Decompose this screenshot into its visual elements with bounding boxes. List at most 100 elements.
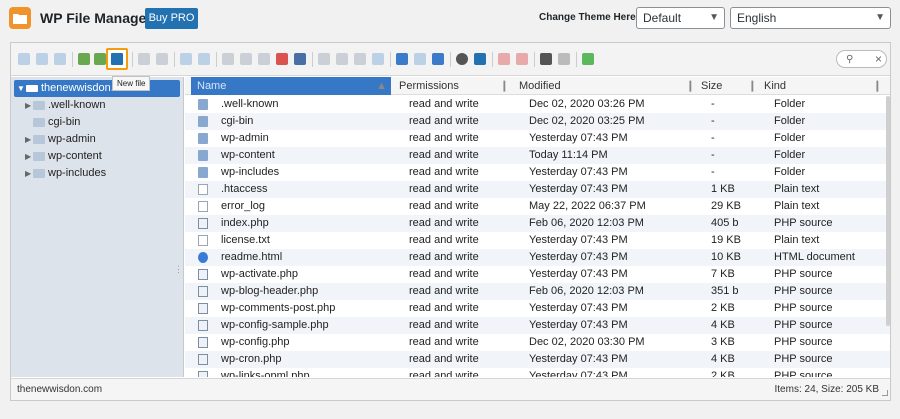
chevron-down-icon[interactable]: ▼ (17, 80, 25, 97)
search-input[interactable]: ⚲ × (836, 50, 887, 68)
tree-root[interactable]: ▼ thenewwisdon.com (14, 80, 180, 97)
cell-size: 4 KB (711, 319, 735, 331)
table-row[interactable]: wp-content read and write Today 11:14 PM - F… (185, 147, 890, 164)
theme-select[interactable]: Default ▼ (636, 7, 725, 29)
cell-perm: read and write (409, 285, 479, 297)
tree-item[interactable]: ▶ wp-includes (11, 165, 184, 182)
cell-perm: read and write (409, 234, 479, 246)
table-row[interactable]: index.php read and write Feb 06, 2020 12:0… (185, 215, 890, 232)
duplicate-icon[interactable] (316, 51, 332, 67)
table-row[interactable]: wp-comments-post.php read and write Yester… (185, 300, 890, 317)
table-row[interactable]: cgi-bin read and write Dec 02, 2020 03:25 … (185, 113, 890, 130)
preview-icon[interactable] (454, 51, 470, 67)
cell-size: 19 KB (711, 234, 741, 246)
tree-item[interactable]: ▶ wp-content (11, 148, 184, 165)
edit-icon[interactable] (352, 51, 368, 67)
chevron-right-icon[interactable]: ▶ (25, 165, 31, 182)
cell-name: cgi-bin (221, 115, 254, 127)
column-divider[interactable]: ❙ (748, 77, 757, 95)
invert-icon[interactable] (514, 51, 530, 67)
column-divider[interactable]: ❙ (686, 77, 695, 95)
table-row[interactable]: wp-includes read and write Yesterday 07:43… (185, 164, 890, 181)
tree-item[interactable]: ▶ .well-known (11, 97, 184, 114)
column-header-modified[interactable]: Modified ❙ (519, 77, 699, 95)
php-file-icon (198, 320, 208, 331)
buy-pro-button[interactable]: Buy PRO (145, 8, 198, 29)
cut-icon[interactable] (238, 51, 254, 67)
view-icon[interactable] (538, 51, 554, 67)
paste-icon[interactable] (256, 51, 272, 67)
info-icon[interactable] (430, 51, 446, 67)
save-icon[interactable] (154, 51, 170, 67)
vertical-scrollbar[interactable] (886, 96, 890, 326)
folder-icon (33, 169, 45, 178)
cell-kind: PHP source (774, 353, 833, 365)
cell-mod: Yesterday 07:43 PM (529, 370, 628, 377)
cell-kind: Folder (774, 149, 806, 161)
cell-mod: Feb 06, 2020 12:03 PM (529, 285, 644, 297)
tree-item[interactable]: cgi-bin (11, 114, 184, 131)
column-header-kind[interactable]: Kind ❙ (764, 77, 886, 95)
chevron-right-icon[interactable]: ▶ (25, 131, 31, 148)
tree-item[interactable]: ▶ wp-admin (11, 131, 184, 148)
tree-item-label: wp-includes (48, 167, 107, 179)
file-manager: ⚲ × New file ▼ thenewwisdon.com ▶ .well-… (10, 42, 891, 401)
rename-icon[interactable] (334, 51, 350, 67)
column-divider[interactable]: ❙ (873, 77, 882, 95)
cell-kind: PHP source (774, 268, 833, 280)
cell-perm: read and write (409, 370, 479, 377)
empty-icon[interactable] (292, 51, 308, 67)
download-icon[interactable] (76, 51, 92, 67)
column-label: Kind (764, 80, 787, 92)
table-row[interactable]: wp-links-opml.php read and write Yesterday… (185, 368, 890, 377)
table-row[interactable]: .well-known read and write Dec 02, 2020 03… (185, 96, 890, 113)
redo-icon[interactable] (196, 51, 212, 67)
table-row[interactable]: wp-config-sample.php read and write Yester… (185, 317, 890, 334)
archive-icon[interactable] (412, 51, 428, 67)
select-none-icon[interactable] (496, 51, 512, 67)
column-divider[interactable]: ❙ (500, 77, 509, 95)
back-icon[interactable] (16, 51, 32, 67)
undo-icon[interactable] (178, 51, 194, 67)
resize-handle-icon[interactable] (882, 390, 888, 396)
cell-size: - (711, 132, 715, 144)
cell-perm: read and write (409, 302, 479, 314)
chevron-right-icon[interactable]: ▶ (25, 97, 31, 114)
table-row[interactable]: wp-blog-header.php read and write Feb 06, … (185, 283, 890, 300)
tree-item-label: .well-known (48, 99, 106, 111)
table-row[interactable]: wp-admin read and write Yesterday 07:43 PM… (185, 130, 890, 147)
sort-asc-icon: ▲ (376, 80, 387, 92)
column-header-name[interactable]: Name ▲ (191, 77, 391, 95)
table-row[interactable]: wp-activate.php read and write Yesterday 0… (185, 266, 890, 283)
clear-search-icon[interactable]: × (875, 52, 882, 66)
cell-size: 351 b (711, 285, 739, 297)
new-folder-icon[interactable] (136, 51, 152, 67)
app-header: WP File Manager Buy PRO Change Theme Her… (0, 0, 900, 36)
language-select[interactable]: English ▼ (730, 7, 891, 29)
table-row[interactable]: error_log read and write May 22, 2022 06:3… (185, 198, 890, 215)
table-row[interactable]: license.txt read and write Yesterday 07:43… (185, 232, 890, 249)
cell-mod: Yesterday 07:43 PM (529, 353, 628, 365)
cell-mod: May 22, 2022 06:37 PM (529, 200, 646, 212)
table-row[interactable]: wp-cron.php read and write Yesterday 07:43… (185, 351, 890, 368)
table-row[interactable]: readme.html read and write Yesterday 07:43… (185, 249, 890, 266)
table-row[interactable]: wp-config.php read and write Dec 02, 2020 … (185, 334, 890, 351)
php-file-icon (198, 303, 208, 314)
cell-size: 1 KB (711, 183, 735, 195)
cell-kind: Folder (774, 166, 806, 178)
forward-icon[interactable] (34, 51, 50, 67)
cell-name: index.php (221, 217, 269, 229)
resize-grip-icon[interactable]: ⋮ (174, 264, 183, 275)
up-icon[interactable] (52, 51, 68, 67)
delete-icon[interactable] (274, 51, 290, 67)
copy-icon[interactable] (220, 51, 236, 67)
sort-icon[interactable] (556, 51, 572, 67)
resize-icon[interactable] (370, 51, 386, 67)
extract-icon[interactable] (394, 51, 410, 67)
fullscreen-icon[interactable] (580, 51, 596, 67)
chevron-right-icon[interactable]: ▶ (25, 148, 31, 165)
new-file-icon[interactable] (106, 48, 128, 70)
table-row[interactable]: .htaccess read and write Yesterday 07:43 P… (185, 181, 890, 198)
column-header-size[interactable]: Size ❙ (701, 77, 761, 95)
select-all-icon[interactable] (472, 51, 488, 67)
